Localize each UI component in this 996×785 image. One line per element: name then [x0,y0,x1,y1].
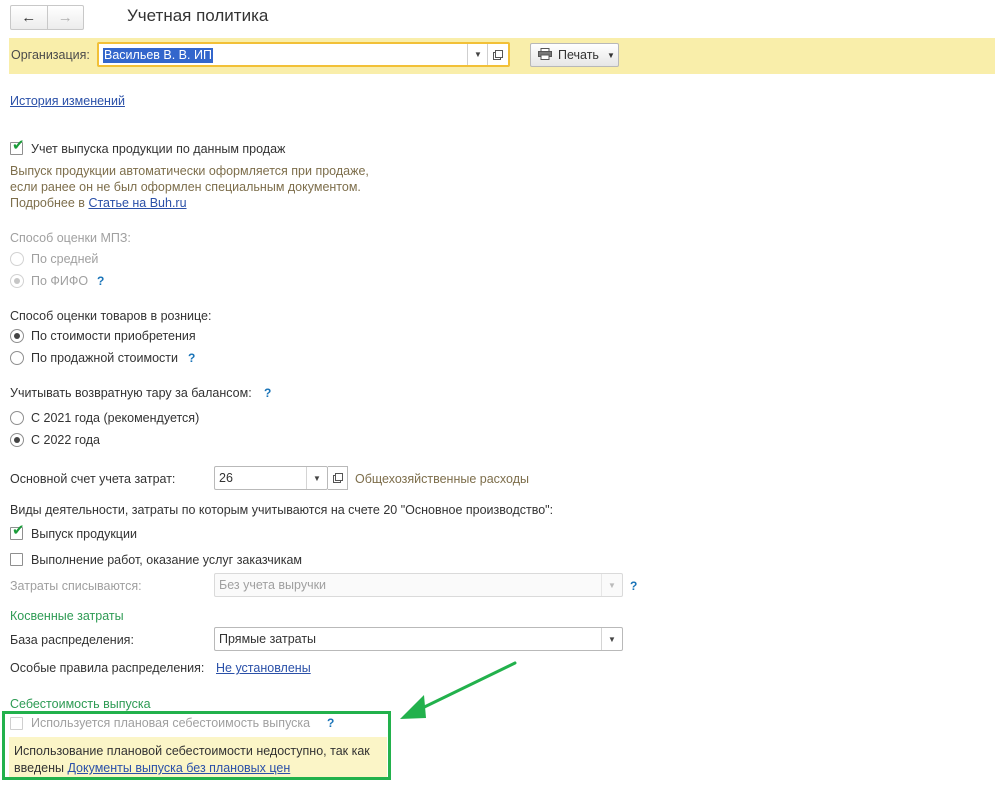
help-icon[interactable]: ? [188,351,195,365]
mpz-method-label: Способ оценки МПЗ: [10,231,131,245]
navigation-buttons: ← → [10,5,84,30]
organization-value: Васильев В. В. ИП [103,48,213,63]
production-checkbox[interactable]: ✔ [10,523,25,540]
mpz-fifo-label: По ФИФО [31,274,89,288]
distribution-base-field[interactable]: Прямые затраты ▼ [214,627,623,651]
mpz-fifo-radio[interactable] [10,274,24,288]
organization-label: Организация: [11,48,90,62]
writeoff-field[interactable]: Без учета выручки ▼ [214,573,623,597]
more-info-prefix: Подробнее в [10,196,85,210]
writeoff-value: Без учета выручки [219,578,327,592]
special-rules-link[interactable]: Не установлены [216,661,311,675]
services-label: Выполнение работ, оказание услуг заказчи… [31,553,303,567]
cost-account-label: Основной счет учета затрат: [10,472,176,486]
checkmark-icon: ✔ [12,137,25,154]
chevron-down-icon[interactable]: ▼ [601,574,622,596]
chevron-down-icon[interactable]: ▼ [306,467,327,489]
distribution-base-value: Прямые затраты [219,632,317,646]
history-link[interactable]: История изменений [10,94,125,108]
page-title: Учетная политика [127,6,269,25]
chevron-down-icon[interactable]: ▼ [601,628,622,650]
tara-2021-label: С 2021 года (рекомендуется) [31,411,200,425]
print-button[interactable]: Печать ▼ [530,43,619,67]
organization-field[interactable]: Васильев В. В. ИП ▼ [97,42,510,67]
sales-output-description: Выпуск продукции автоматически оформляет… [10,164,369,178]
production-label: Выпуск продукции [31,527,137,541]
sales-output-label: Учет выпуска продукции по данным продаж [31,142,286,156]
indirect-costs-heading: Косвенные затраты [10,609,124,623]
highlight-frame [2,711,391,780]
chevron-down-icon[interactable]: ▼ [467,44,488,65]
retail-purchase-label: По стоимости приобретения [31,329,196,343]
retail-purchase-radio[interactable] [10,329,24,343]
retail-sale-radio[interactable] [10,351,24,365]
open-icon[interactable] [328,466,348,490]
mpz-average-radio[interactable] [10,252,24,266]
tara-2022-radio[interactable] [10,433,24,447]
cost-account-field[interactable]: 26 ▼ [214,466,328,490]
help-icon[interactable]: ? [630,579,637,593]
services-checkbox[interactable] [10,553,23,566]
printer-icon [538,47,552,63]
sales-output-checkbox[interactable]: ✔ [10,138,25,155]
writeoff-label: Затраты списываются: [10,579,142,593]
cost-heading: Себестоимость выпуска [10,697,151,711]
tara-2022-label: С 2022 года [31,433,100,447]
help-icon[interactable]: ? [97,274,104,288]
open-icon[interactable] [487,44,508,65]
retail-method-label: Способ оценки товаров в рознице: [10,309,212,323]
tara-2021-radio[interactable] [10,411,24,425]
cost-account-description: Общехозяйственные расходы [355,472,529,486]
arrow-left-icon[interactable]: ← [11,6,48,29]
sales-output-description: если ранее он не был оформлен специальны… [10,180,361,194]
cost-account-value: 26 [219,471,233,485]
distribution-base-label: База распределения: [10,633,134,647]
arrow-right-icon[interactable]: → [48,6,84,29]
tara-label: Учитывать возвратную тару за балансом: [10,386,252,400]
annotation-arrow [400,661,517,719]
activities-label: Виды деятельности, затраты по которым уч… [10,503,554,517]
retail-sale-label: По продажной стоимости [31,351,178,365]
special-rules-label: Особые правила распределения: [10,661,205,675]
more-info-text: Подробнее в Статье на Buh.ru [10,196,187,210]
mpz-average-label: По средней [31,252,99,266]
help-icon[interactable]: ? [264,386,271,400]
chevron-down-icon: ▼ [606,50,615,60]
buh-article-link[interactable]: Статье на Buh.ru [88,196,186,210]
checkmark-icon: ✔ [12,522,25,539]
print-label: Печать [558,48,599,62]
